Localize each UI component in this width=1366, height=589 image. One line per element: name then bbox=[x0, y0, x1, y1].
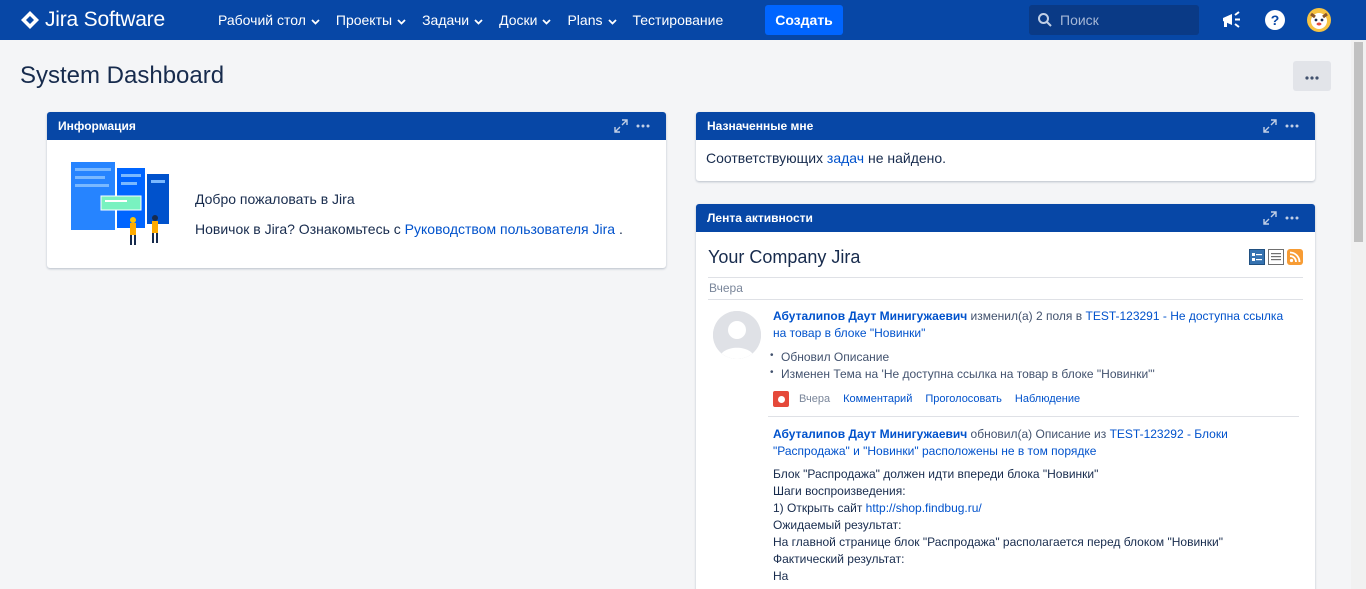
menu-plans-label: Plans bbox=[567, 12, 603, 28]
chevron-down-icon bbox=[542, 12, 552, 28]
stream-view-controls bbox=[1249, 249, 1303, 265]
gadget-menu-icon[interactable] bbox=[1284, 210, 1300, 226]
dashboard-tools-button[interactable] bbox=[1293, 61, 1331, 91]
create-button[interactable]: Создать bbox=[765, 5, 843, 35]
issue-link-cont[interactable]: "Распродажа" и "Новинки" расположены не … bbox=[773, 444, 1096, 458]
chevron-down-icon bbox=[397, 12, 406, 28]
search-box bbox=[1029, 5, 1199, 35]
author-link[interactable]: Абуталипов Даут Минигужаевич bbox=[773, 427, 967, 441]
maximize-icon[interactable] bbox=[1262, 118, 1278, 134]
divider bbox=[708, 277, 1303, 278]
page-title: System Dashboard bbox=[20, 62, 225, 89]
change-item: Изменен Тема на 'Не доступна ссылка на т… bbox=[770, 367, 1155, 381]
detailed-view-icon[interactable] bbox=[1249, 249, 1265, 265]
no-issues-suffix: не найдено. bbox=[864, 150, 947, 166]
activity-verb: изменил(а) 2 поля в bbox=[967, 309, 1086, 323]
menu-testing[interactable]: Тестирование bbox=[625, 0, 732, 40]
description-text: 1) Открыть сайт bbox=[773, 501, 866, 515]
activity-time: Вчера bbox=[799, 393, 831, 405]
no-issues-prefix: Соответствующих bbox=[706, 150, 827, 166]
chevron-down-icon bbox=[607, 12, 617, 28]
jira-logo[interactable]: Jira Software bbox=[20, 8, 165, 32]
gadget-body: Добро пожаловать в Jira Новичок в Jira? … bbox=[47, 140, 666, 267]
issue-link-cont[interactable]: на товар в блоке "Новинки" bbox=[773, 326, 925, 340]
gadget-menu-icon[interactable] bbox=[635, 118, 651, 134]
top-navigation-bar: Jira Software Рабочий стол Проекты Задач… bbox=[0, 0, 1366, 40]
vote-link[interactable]: Проголосовать bbox=[925, 393, 1002, 405]
chevron-down-icon bbox=[474, 12, 483, 28]
menu-boards[interactable]: Доски bbox=[491, 0, 559, 40]
gadget-title: Назначенные мне bbox=[707, 119, 814, 133]
gadget-header: Информация bbox=[47, 112, 666, 140]
scrollbar-thumb[interactable] bbox=[1354, 42, 1363, 242]
brand-name: Jira Software bbox=[45, 8, 165, 31]
gadget-header: Лента активности bbox=[696, 204, 1315, 232]
gadget-title: Лента активности bbox=[707, 211, 813, 225]
menu-projects-label: Проекты bbox=[335, 12, 393, 28]
search-input[interactable] bbox=[1060, 5, 1190, 35]
menu-issues-label: Задачи bbox=[422, 12, 470, 28]
rss-icon[interactable] bbox=[1287, 249, 1303, 265]
issue-link[interactable]: TEST-123291 - Не доступна ссылка bbox=[1085, 309, 1283, 323]
issue-link[interactable]: TEST-123292 - Блоки bbox=[1110, 427, 1228, 441]
menu-testing-label: Тестирование bbox=[632, 12, 724, 28]
main-menu: Рабочий стол Проекты Задачи Доски Plans … bbox=[210, 0, 731, 40]
megaphone-icon[interactable] bbox=[1219, 8, 1243, 32]
menu-projects[interactable]: Проекты bbox=[328, 0, 414, 40]
divider bbox=[708, 299, 1303, 300]
issues-link[interactable]: задач bbox=[827, 150, 864, 166]
user-guide-link[interactable]: Руководством пользователя Jira bbox=[405, 221, 615, 237]
description-line: Шаги воспроизведения: bbox=[773, 484, 906, 498]
site-link[interactable]: http://shop.findbug.ru/ bbox=[866, 501, 982, 515]
change-item: Обновил Описание bbox=[770, 350, 889, 364]
page-scrollbar[interactable] bbox=[1351, 40, 1366, 589]
watch-link[interactable]: Наблюдение bbox=[1015, 393, 1080, 405]
menu-boards-label: Доски bbox=[499, 12, 538, 28]
comment-link[interactable]: Комментарий bbox=[843, 393, 912, 405]
activity-entry-header: Абуталипов Даут Минигужаевич изменил(а) … bbox=[773, 308, 1293, 342]
list-view-icon[interactable] bbox=[1268, 249, 1284, 265]
gadget-information: Информация Добро пожаловать в Jira Нович… bbox=[47, 112, 666, 268]
chevron-down-icon bbox=[311, 12, 320, 28]
gadget-activity-stream: Лента активности Your Company Jira Вчера… bbox=[696, 204, 1315, 589]
description-line: Блок "Распродажа" должен идти впереди бл… bbox=[773, 467, 1099, 481]
gadget-assigned-to-me: Назначенные мне Соответствующих задач не… bbox=[696, 112, 1315, 181]
description-line: Фактический результат: bbox=[773, 552, 905, 566]
welcome-text: Добро пожаловать в Jira bbox=[195, 191, 355, 207]
avatar-icon[interactable] bbox=[1307, 8, 1331, 32]
more-icon bbox=[1305, 67, 1319, 85]
divider bbox=[768, 416, 1299, 417]
menu-dashboards[interactable]: Рабочий стол bbox=[210, 0, 328, 40]
activity-entry-actions: Вчера Комментарий Проголосовать Наблюден… bbox=[773, 391, 1080, 407]
description-line: На главной странице блок "Распродажа" ра… bbox=[773, 535, 1223, 549]
search-icon bbox=[1037, 12, 1053, 33]
author-link[interactable]: Абуталипов Даут Минигужаевич bbox=[773, 309, 967, 323]
jira-logo-icon bbox=[20, 10, 40, 30]
description-line: На bbox=[773, 569, 789, 583]
maximize-icon[interactable] bbox=[613, 118, 629, 134]
stream-title: Your Company Jira bbox=[708, 247, 861, 267]
menu-dashboards-label: Рабочий стол bbox=[218, 12, 306, 28]
day-label: Вчера bbox=[709, 281, 743, 295]
maximize-icon[interactable] bbox=[1262, 210, 1278, 226]
svg-text:?: ? bbox=[1271, 12, 1280, 28]
activity-verb: обновил(а) Описание из bbox=[967, 427, 1110, 441]
bug-type-icon bbox=[773, 391, 789, 407]
newbie-prefix: Новичок в Jira? Ознакомьтесь с bbox=[195, 221, 401, 237]
gadget-body: Соответствующих задач не найдено. bbox=[696, 140, 1315, 181]
description-line: 1) Открыть сайт http://shop.findbug.ru/ bbox=[773, 501, 982, 515]
avatar[interactable] bbox=[713, 311, 761, 359]
activity-entry-header: Абуталипов Даут Минигужаевич обновил(а) … bbox=[773, 426, 1293, 460]
menu-plans[interactable]: Plans bbox=[559, 0, 624, 40]
newbie-text: Новичок в Jira? Ознакомьтесь с Руководст… bbox=[195, 221, 623, 237]
gadget-title: Информация bbox=[58, 119, 136, 133]
welcome-illustration-icon bbox=[71, 162, 175, 253]
help-icon[interactable]: ? bbox=[1263, 8, 1287, 32]
newbie-suffix: . bbox=[615, 221, 623, 237]
gadget-menu-icon[interactable] bbox=[1284, 118, 1300, 134]
menu-issues[interactable]: Задачи bbox=[414, 0, 491, 40]
gadget-header: Назначенные мне bbox=[696, 112, 1315, 140]
description-line: Ожидаемый результат: bbox=[773, 518, 902, 532]
